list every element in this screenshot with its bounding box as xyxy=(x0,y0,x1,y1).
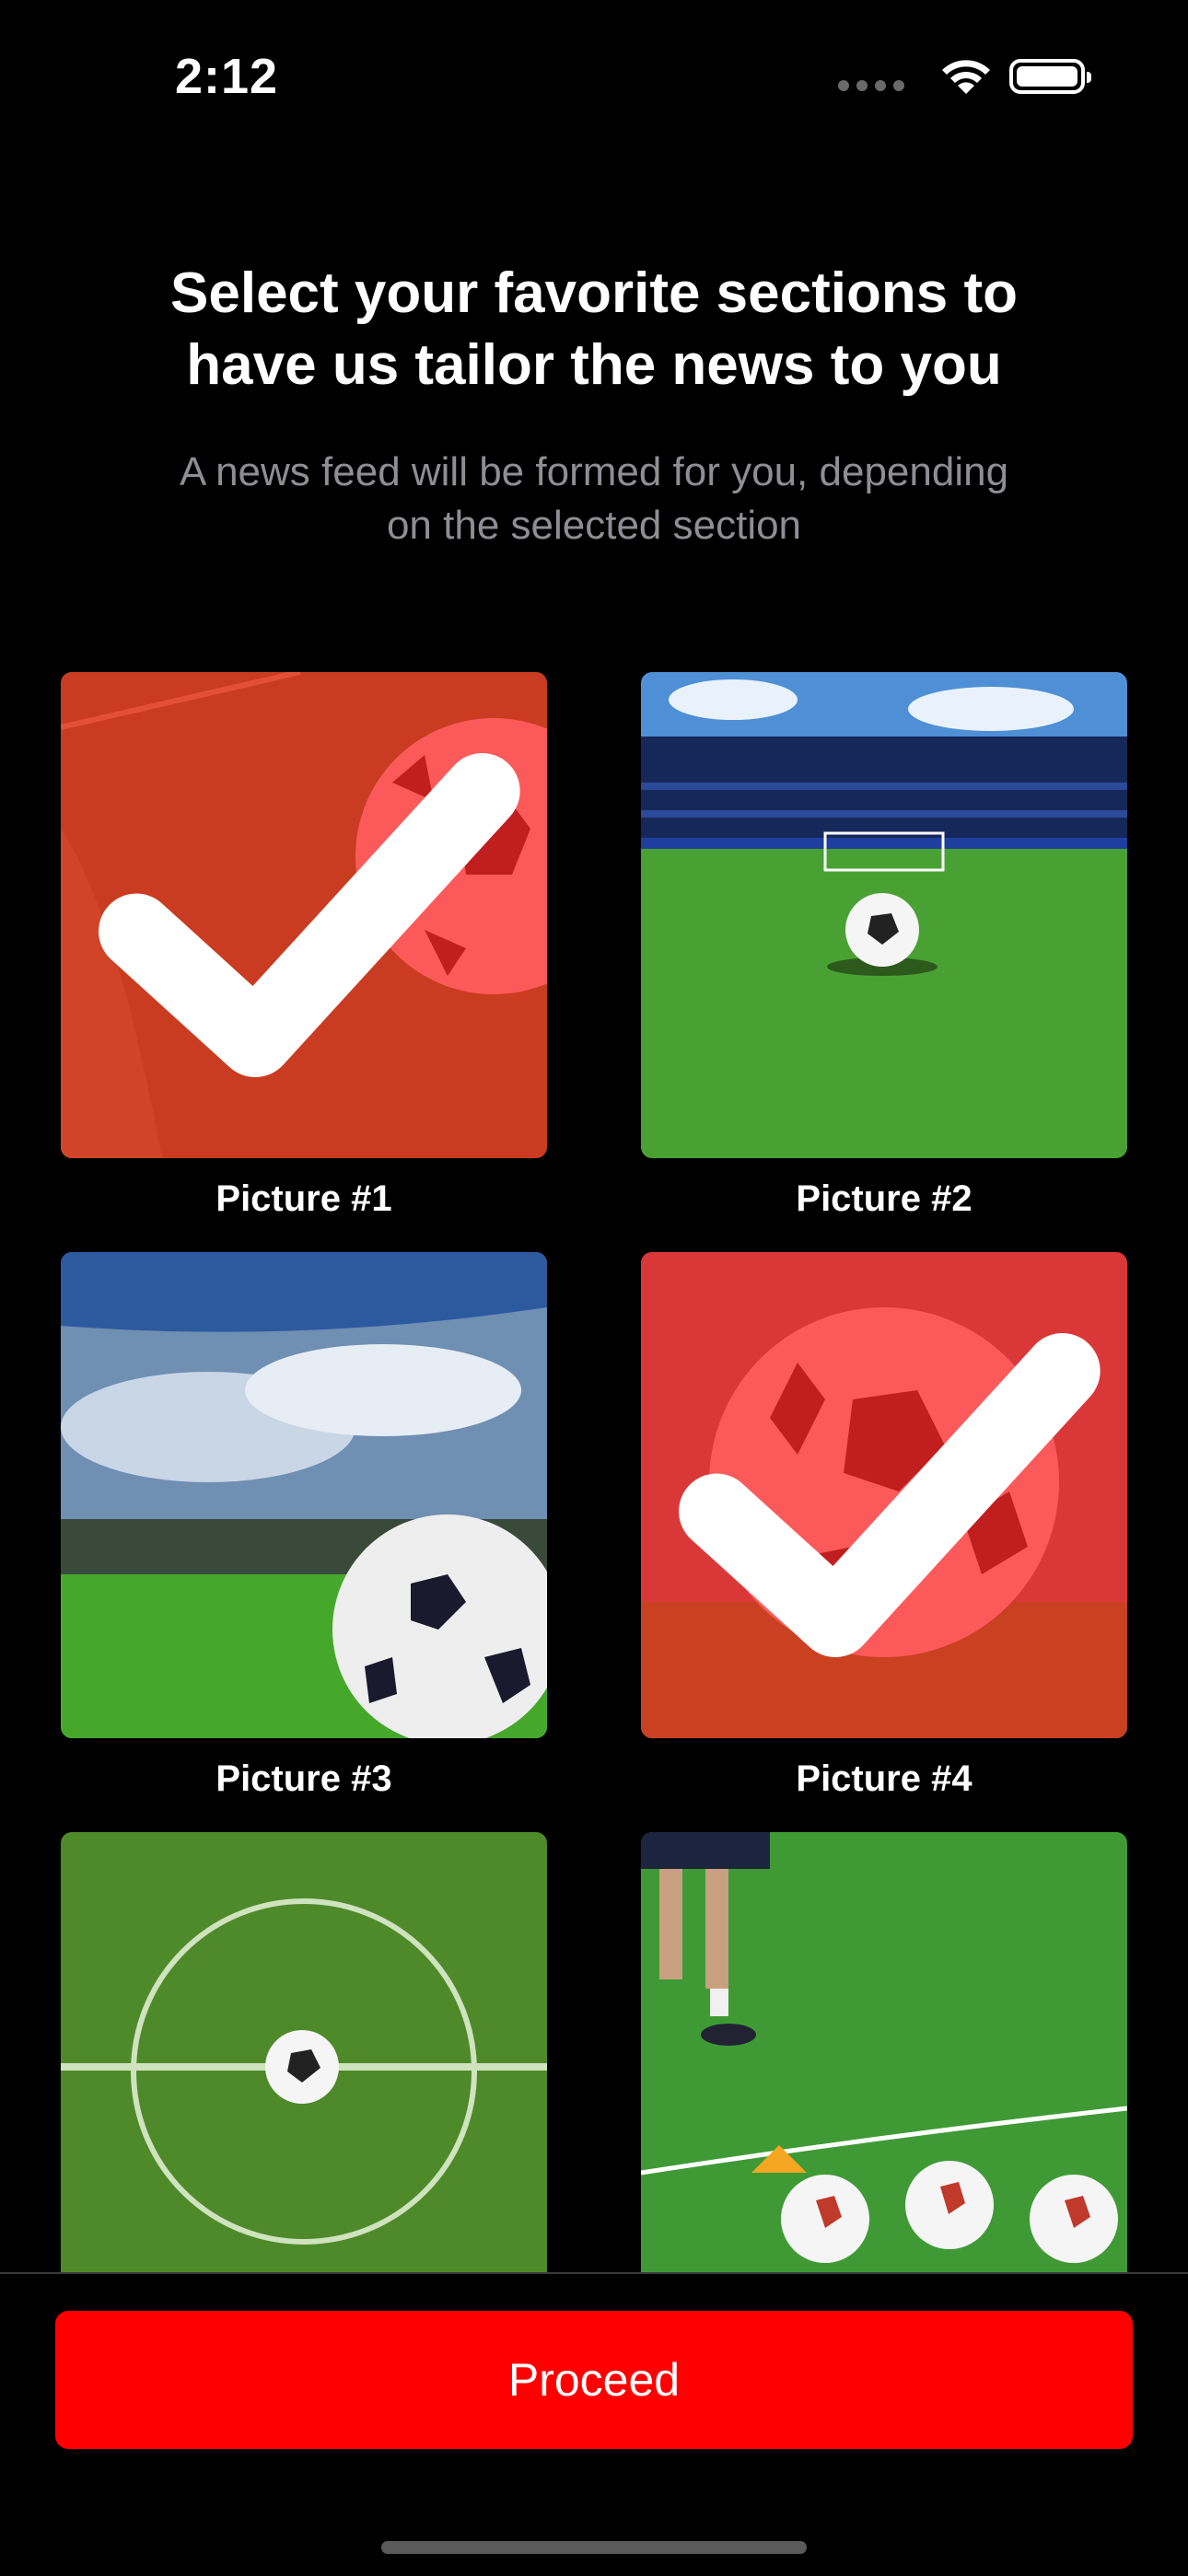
title-line-2: have us tailor the news to you xyxy=(186,333,1002,397)
section-tile-1[interactable] xyxy=(61,672,547,1158)
section-tile-4[interactable] xyxy=(641,1252,1127,1738)
section-tile-6[interactable] xyxy=(641,1832,1127,2318)
checkmark-icon xyxy=(679,1333,1101,1657)
page-title: Select your favorite sections to have us… xyxy=(74,258,1114,401)
page-subtitle: A news feed will be formed for you, depe… xyxy=(83,446,1105,552)
signal-dots-icon xyxy=(838,80,904,91)
title-line-1: Select your favorite sections to xyxy=(170,261,1018,325)
section-tile-3[interactable] xyxy=(61,1252,547,1738)
tile-3-image xyxy=(61,1252,547,1738)
checkmark-icon xyxy=(99,753,520,1077)
status-bar: 2:12 xyxy=(0,0,1188,157)
tile-4-caption: Picture #4 xyxy=(796,1758,973,1799)
status-icons xyxy=(838,57,1091,96)
tile-6-image xyxy=(641,1832,1127,2318)
tile-3-caption: Picture #3 xyxy=(215,1758,392,1799)
bottom-bar: Proceed xyxy=(0,2272,1188,2576)
section-tile-2[interactable] xyxy=(641,672,1127,1158)
status-time: 2:12 xyxy=(175,49,279,104)
proceed-button[interactable]: Proceed xyxy=(55,2311,1133,2449)
tile-1-caption: Picture #1 xyxy=(215,1178,392,1219)
subtitle-line-1: A news feed will be formed for you, depe… xyxy=(179,449,1009,494)
section-tile-5[interactable] xyxy=(61,1832,547,2318)
tile-2-caption: Picture #2 xyxy=(796,1178,973,1219)
tile-5-image xyxy=(61,1832,547,2318)
subtitle-line-2: on the selected section xyxy=(386,503,802,548)
battery-icon xyxy=(1009,59,1091,94)
home-indicator xyxy=(381,2541,807,2554)
wifi-icon xyxy=(942,60,990,94)
tile-2-image xyxy=(641,672,1127,1158)
